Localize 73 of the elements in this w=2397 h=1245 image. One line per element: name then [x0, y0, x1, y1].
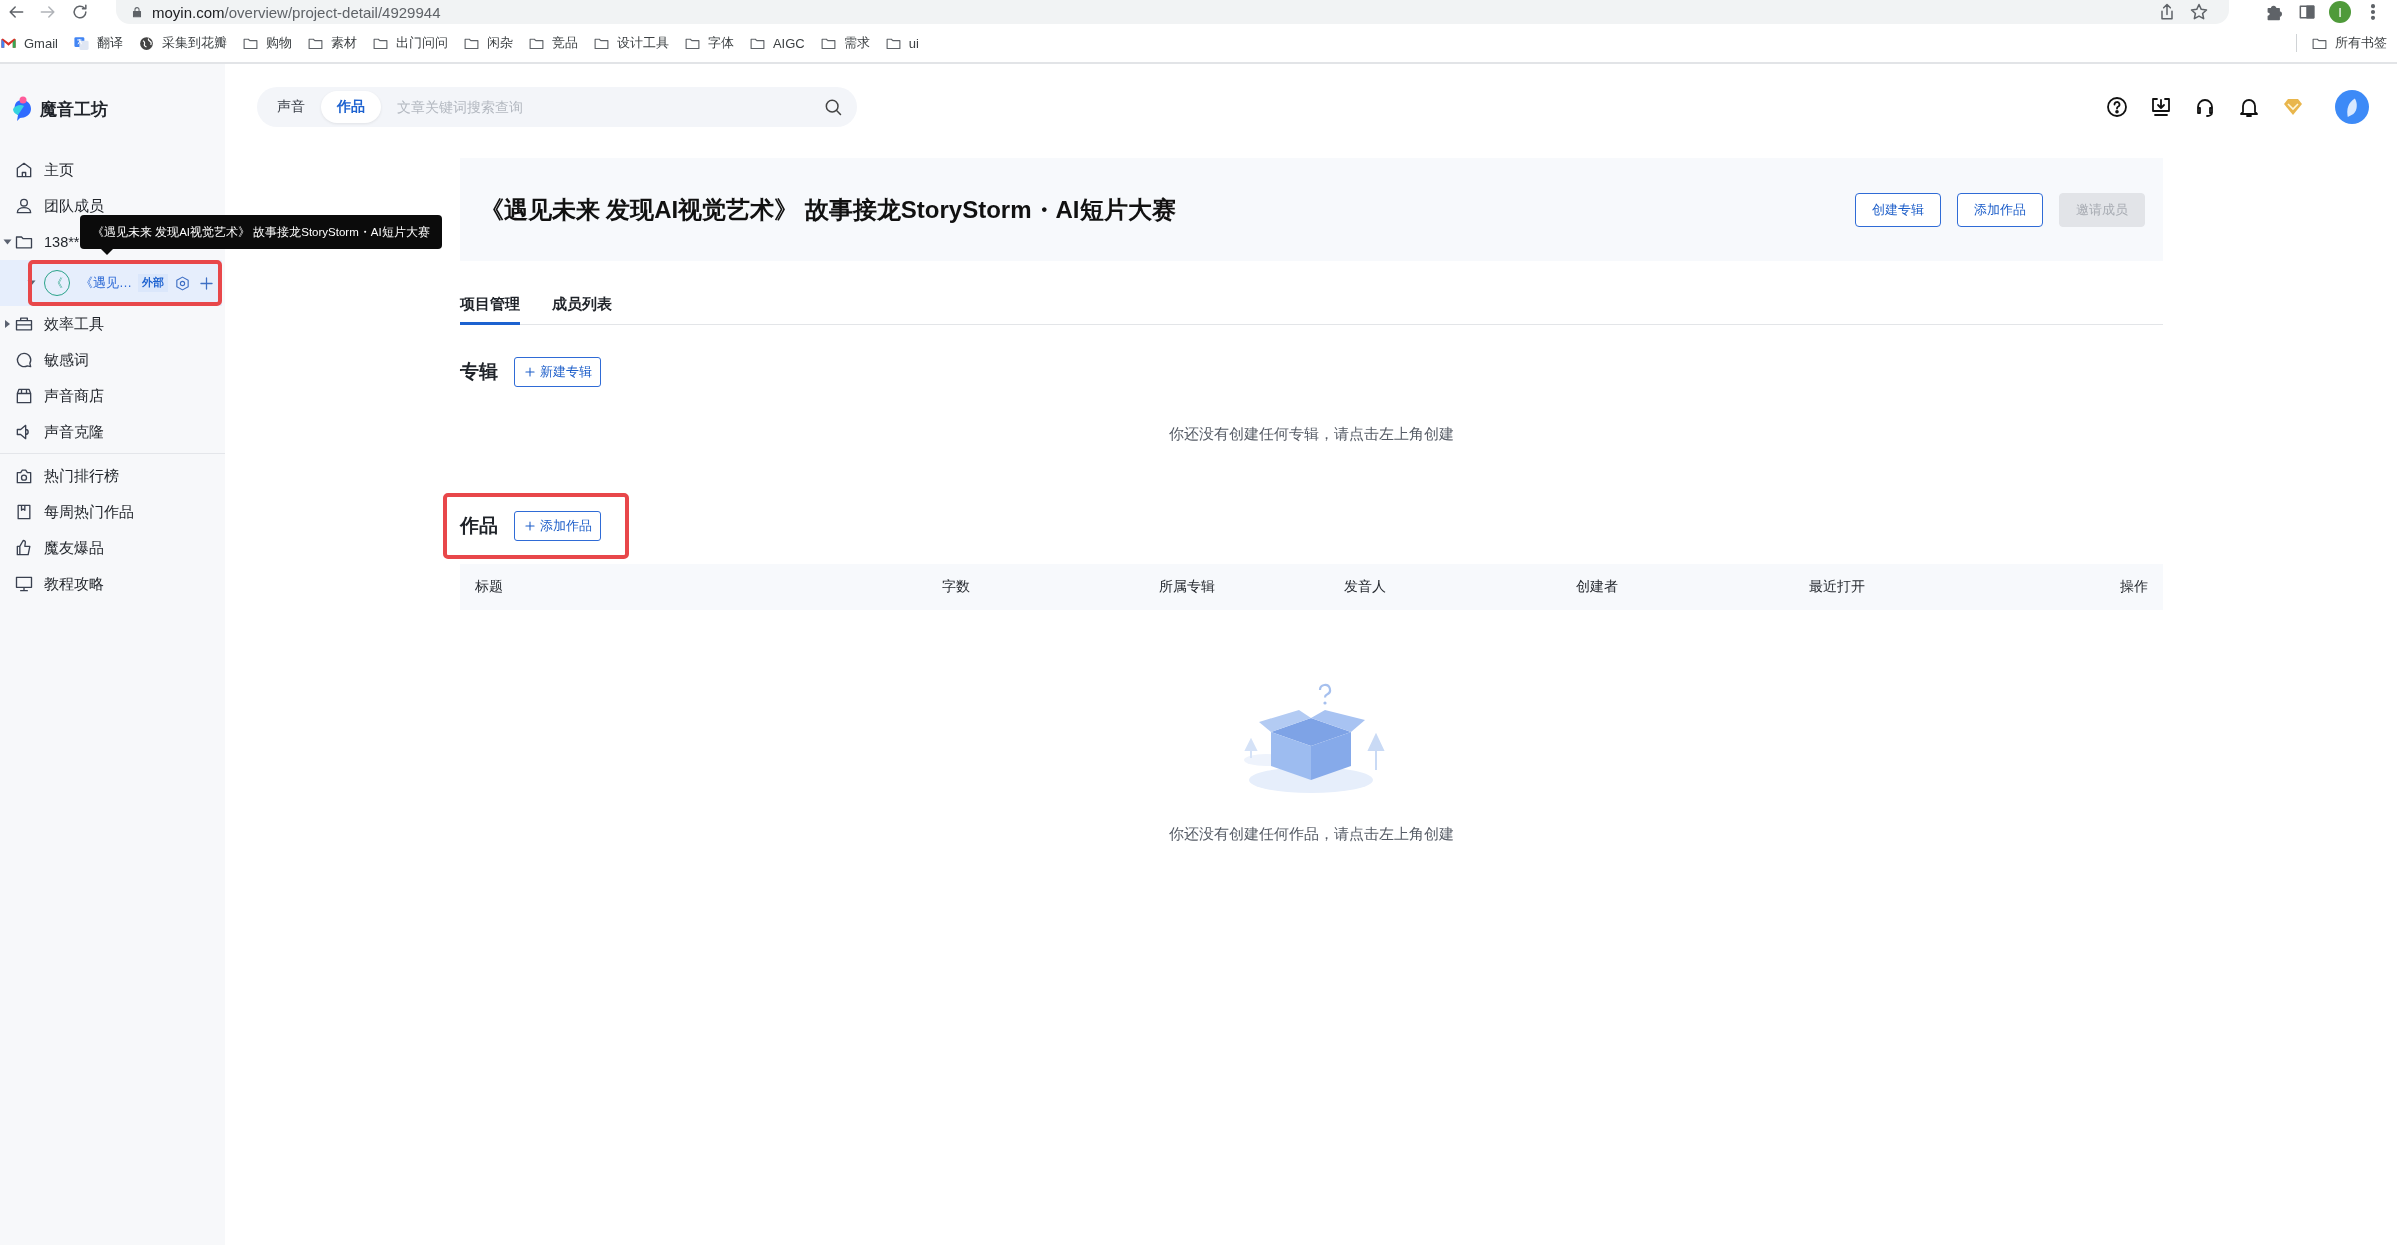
empty-message: 你还没有创建任何专辑，请点击左上角创建 [1167, 424, 1455, 444]
search-field[interactable]: 文章关键词搜索查询 [395, 92, 823, 122]
settings-icon[interactable] [174, 274, 191, 292]
outline-button[interactable]: 添加作品 [1956, 192, 2043, 227]
sidebar-item[interactable]: 效率工具 [0, 306, 225, 342]
url-text: moyin.com/overview/project-detail/4929944 [152, 3, 441, 21]
sidebar-item[interactable]: 热门排行榜 [0, 458, 225, 494]
column-header: 发音人 [1343, 577, 1387, 596]
sidebar-item[interactable]: 魔友爆品 [0, 530, 225, 566]
side-panel-icon[interactable] [2297, 2, 2317, 22]
star-icon[interactable] [2189, 2, 2209, 22]
sidebar-item[interactable]: 敏感词 [0, 342, 225, 378]
search-bar[interactable]: 声音 作品 文章关键词搜索查询 [257, 87, 857, 127]
column-header: 最近打开 [1808, 577, 1866, 596]
translate-icon [72, 34, 90, 52]
bookmark[interactable]: 竞品 [527, 34, 578, 52]
section-title: 作品 [459, 513, 498, 538]
tab[interactable]: 成员列表 [551, 295, 612, 325]
sidebar-item[interactable]: 每周热门作品 [0, 494, 225, 530]
user-icon [14, 196, 34, 216]
bookmark[interactable]: AIGC [748, 34, 805, 52]
column-header: 操作 [2118, 577, 2148, 596]
project-title: 《遇见未来 发现AI视觉艺术》 故事接龙StoryStorm・AI短片大赛 [479, 194, 1176, 225]
logo-icon[interactable] [10, 95, 34, 123]
section-title: 专辑 [459, 359, 498, 384]
project-item[interactable]: 《 《遇见… 外部 [0, 260, 222, 306]
bookmark[interactable]: 出门问问 [371, 34, 448, 52]
sidebar-item[interactable]: 声音克隆 [0, 414, 225, 450]
column-header: 标题 [474, 577, 504, 596]
bookmark[interactable]: 所有书签 [2296, 34, 2387, 52]
plus-icon [522, 364, 537, 379]
bookmark[interactable]: 需求 [819, 34, 870, 52]
tag: 外部 [138, 274, 168, 292]
empty-message: 你还没有创建任何作品，请点击左上角创建 [1167, 824, 1455, 844]
plus-icon [522, 518, 537, 533]
store-icon [14, 386, 34, 406]
caret-icon[interactable] [4, 320, 10, 328]
add-button[interactable]: 新建专辑 [513, 356, 601, 387]
download-icon[interactable] [2149, 95, 2173, 119]
tooltip: 《遇见未来 发现AI视觉艺术》 故事接龙StoryStorm・AI短片大赛 [80, 215, 442, 249]
sidebar-item[interactable]: 主页 [0, 152, 225, 188]
bookmark[interactable]: 字体 [683, 34, 734, 52]
globe-icon [137, 34, 155, 52]
bookmark[interactable]: 购物 [241, 34, 292, 52]
search-tab[interactable]: 作品 [321, 91, 381, 123]
bookmark[interactable]: ui [884, 34, 919, 52]
monitor-icon [14, 574, 34, 594]
help-icon[interactable] [2105, 95, 2129, 119]
chat-bubble-icon [14, 350, 34, 370]
column-header: 创建者 [1575, 577, 1619, 596]
tooltip-pointer-icon [101, 249, 113, 255]
reload-icon[interactable] [70, 2, 90, 22]
column-header: 字数 [941, 577, 971, 596]
bookmark[interactable]: 素材 [306, 34, 357, 52]
outline-button[interactable]: 创建专辑 [1854, 192, 1941, 227]
tab[interactable]: 项目管理 [459, 295, 520, 325]
lock-icon [130, 5, 144, 19]
app-name: 魔音工坊 [40, 98, 108, 121]
home-icon [14, 160, 34, 180]
bookmark[interactable]: 采集到花瓣 [137, 34, 227, 52]
add-button[interactable]: 添加作品 [513, 510, 601, 541]
bookmark[interactable]: Gmail [0, 34, 58, 52]
column-header: 所属专辑 [1158, 577, 1216, 596]
address-bar[interactable]: moyin.com/overview/project-detail/4929944 [116, 0, 2229, 24]
search-icon[interactable] [823, 97, 843, 117]
bookmark[interactable]: 闲杂 [462, 34, 513, 52]
caret-icon[interactable] [3, 239, 11, 245]
search-tab[interactable]: 声音 [261, 91, 321, 123]
sidebar-item[interactable]: 教程攻略 [0, 566, 225, 602]
bookmark[interactable]: 设计工具 [592, 34, 669, 52]
bookmark[interactable]: 翻译 [72, 34, 123, 52]
user-avatar[interactable] [2335, 90, 2369, 124]
sidebar-item[interactable]: 声音商店 [0, 378, 225, 414]
